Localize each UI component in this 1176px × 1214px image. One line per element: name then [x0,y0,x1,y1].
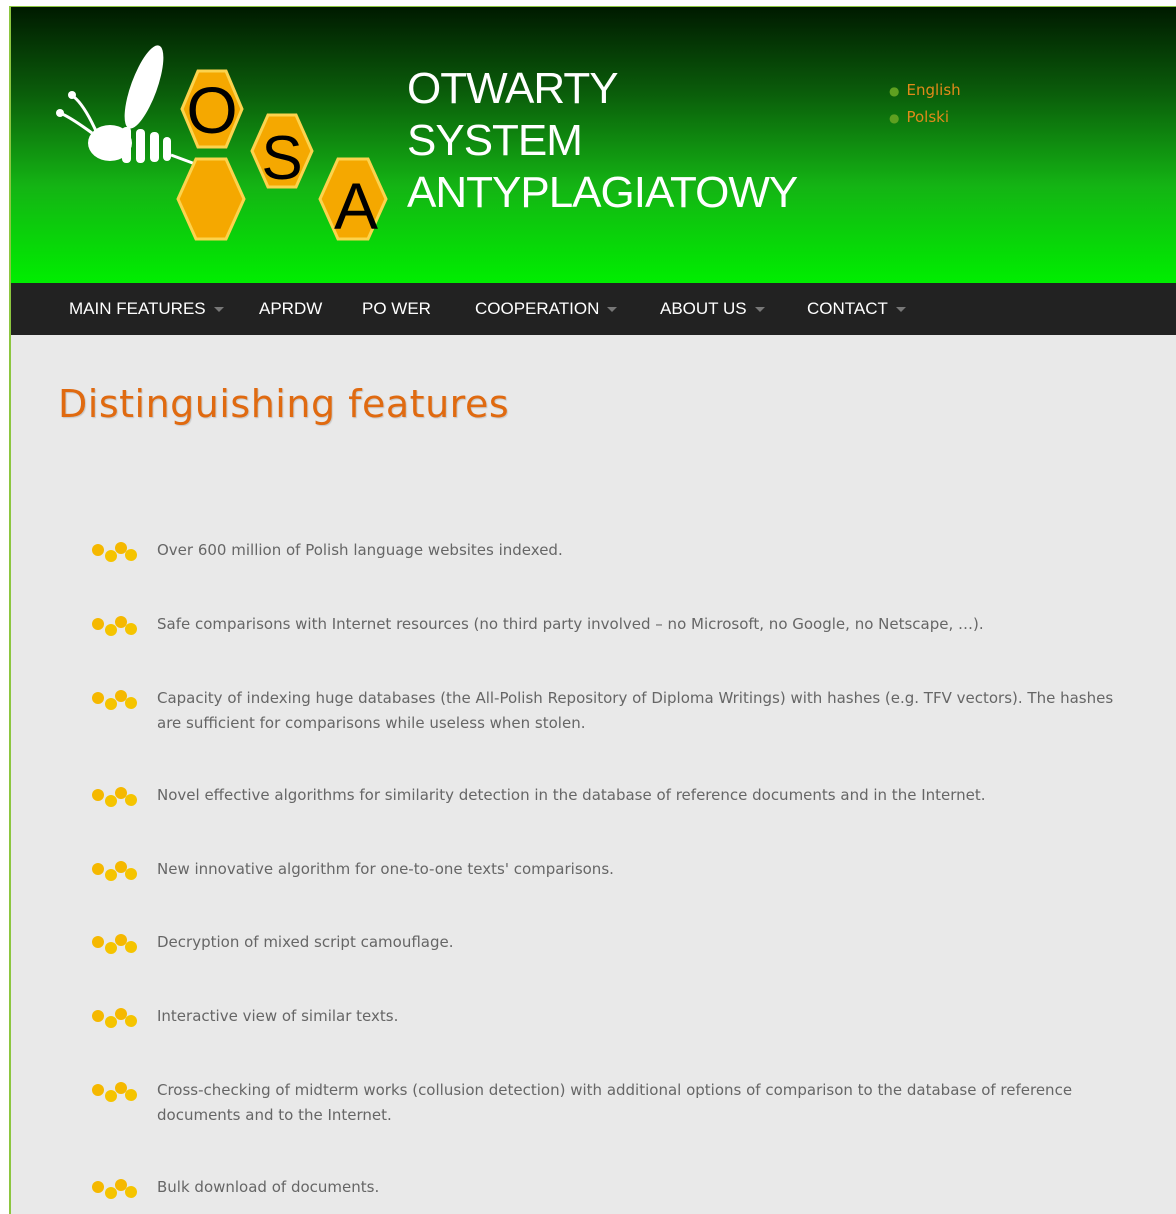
bullet-dot-icon: ● [889,111,900,125]
chevron-down-icon [213,307,224,313]
honeycomb-bullet-icon [92,787,137,807]
feature-text: Novel effective algorithms for similarit… [157,786,986,804]
honeycomb-bullet-icon [92,1082,137,1102]
language-link-english[interactable]: ● English [889,77,961,104]
language-label: Polski [906,108,950,126]
site-title-line: OTWARTY [407,64,619,113]
nav-item-label: PO WER [362,299,431,318]
chevron-down-icon [754,307,765,313]
honeycomb-bullet-icon [92,1008,137,1028]
nav-item-label: COOPERATION [475,299,600,318]
nav-item-label: ABOUT US [660,299,747,318]
honeycomb-bullet-icon [92,1179,137,1199]
main-navigation: MAIN FEATURES APRDW PO WER COOPERATION A… [11,283,1176,335]
logo-letter-s: S [261,124,302,193]
nav-item-about-us[interactable]: ABOUT US [660,283,765,335]
logo-letter-a: A [334,169,378,243]
feature-text: Safe comparisons with Internet resources… [157,615,984,633]
feature-text: Interactive view of similar texts. [157,1007,399,1025]
chevron-down-icon [607,307,618,313]
nav-item-label: APRDW [259,299,323,318]
page-frame: O S A OTWARTY SYSTEM ANTYPLAGIATOWY ● Eng… [9,6,1176,1214]
feature-text: Over 600 million of Polish language webs… [157,541,563,559]
hex-empty [176,157,246,241]
nav-item-po-wer[interactable]: PO WER [362,283,431,335]
honeycomb-bullet-icon [92,934,137,954]
nav-item-main-features[interactable]: MAIN FEATURES [69,283,224,335]
language-label: English [906,81,961,99]
feature-text: Bulk download of documents. [157,1178,380,1196]
feature-text: Decryption of mixed script camouflage. [157,933,454,951]
nav-item-cooperation[interactable]: COOPERATION [475,283,618,335]
honeycomb-bullet-icon [92,542,137,562]
osa-bee-logo[interactable]: O S A [56,35,416,245]
site-title-line: SYSTEM [407,116,583,165]
honeycomb-bullet-icon [92,690,137,710]
nav-item-aprdw[interactable]: APRDW [259,283,322,335]
feature-text: Cross-checking of midterm works (collusi… [157,1081,1073,1124]
bullet-dot-icon: ● [889,84,900,98]
site-title-line: ANTYPLAGIATOWY [407,168,798,217]
bee-icon [56,45,199,167]
language-switcher: ● English ● Polski [889,77,961,131]
logo-letter-o: O [186,73,237,147]
site-title: OTWARTY SYSTEM ANTYPLAGIATOWY [407,63,798,219]
feature-text: Capacity of indexing huge databases (the… [157,689,1114,732]
nav-item-contact[interactable]: CONTACT [807,283,906,335]
chevron-down-icon [895,307,906,313]
honeycomb-bullet-icon [92,616,137,636]
honeycomb-bullet-icon [92,861,137,881]
nav-item-label: CONTACT [807,299,888,318]
nav-item-label: MAIN FEATURES [69,299,206,318]
language-link-polski[interactable]: ● Polski [889,104,961,131]
feature-text: New innovative algorithm for one-to-one … [157,860,614,878]
page-title: Distinguishing features [58,382,510,426]
site-header: O S A OTWARTY SYSTEM ANTYPLAGIATOWY ● Eng… [11,7,1176,283]
